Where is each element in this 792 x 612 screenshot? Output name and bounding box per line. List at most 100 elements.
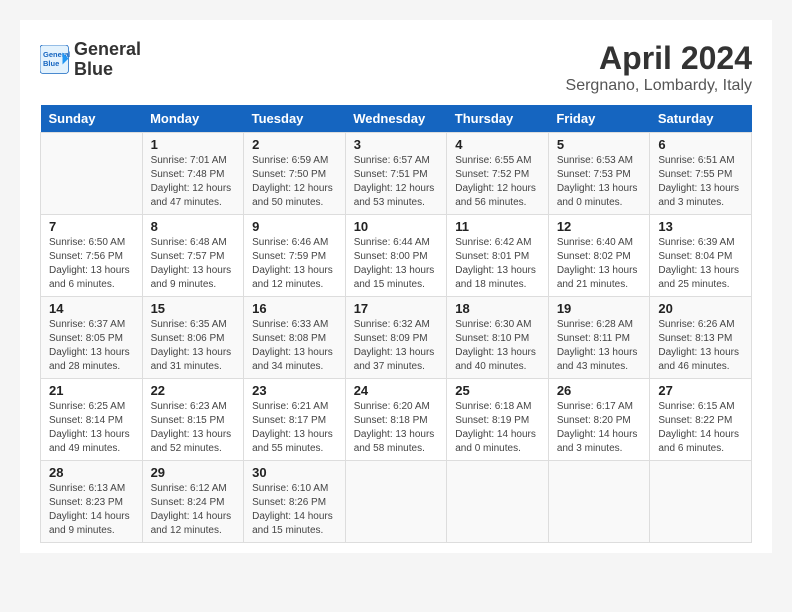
day-info: Sunrise: 6:20 AM Sunset: 8:18 PM Dayligh… [354, 400, 439, 456]
calendar-cell: 27Sunrise: 6:15 AM Sunset: 8:22 PM Dayli… [650, 379, 752, 461]
calendar-cell: 20 Sunrise: 6:26 AM Sunset: 8:13 PM Dayli… [650, 297, 752, 379]
calendar-cell: 15Sunrise: 6:35 AM Sunset: 8:06 PM Dayli… [142, 297, 244, 379]
calendar-cell [548, 461, 650, 543]
day-number: 7 [49, 219, 134, 234]
calendar-header-row: Sunday Monday Tuesday Wednesday Thursday… [41, 105, 752, 133]
calendar-cell: 4 Sunrise: 6:55 AM Sunset: 7:52 PM Daylig… [447, 133, 549, 215]
day-info: Sunrise: 6:59 AM Sunset: 7:50 PM Dayligh… [252, 154, 337, 210]
calendar-cell [447, 461, 549, 543]
day-number: 17 [354, 301, 439, 316]
day-number: 9 [252, 219, 337, 234]
calendar-cell: 11Sunrise: 6:42 AM Sunset: 8:01 PM Dayli… [447, 215, 549, 297]
day-number: 8 [151, 219, 236, 234]
day-number: 3 [354, 137, 439, 152]
calendar-cell: 23 Sunrise: 6:21 AM Sunset: 8:17 PM Dayli… [244, 379, 346, 461]
day-info: Sunrise: 6:50 AM Sunset: 7:56 PM Dayligh… [49, 236, 134, 292]
day-info: Sunrise: 6:39 AM Sunset: 8:04 PM Dayligh… [658, 236, 743, 292]
day-info: Sunrise: 6:42 AM Sunset: 8:01 PM Dayligh… [455, 236, 540, 292]
col-wednesday: Wednesday [345, 105, 447, 133]
day-number: 24 [354, 383, 439, 398]
col-sunday: Sunday [41, 105, 143, 133]
day-info: Sunrise: 6:48 AM Sunset: 7:57 PM Dayligh… [151, 236, 236, 292]
day-number: 25 [455, 383, 540, 398]
calendar-week-row: 28 Sunrise: 6:13 AM Sunset: 8:23 PM Dayli… [41, 461, 752, 543]
calendar-cell: 1Sunrise: 7:01 AM Sunset: 7:48 PM Daylig… [142, 133, 244, 215]
day-number: 20 [658, 301, 743, 316]
day-number: 10 [354, 219, 439, 234]
calendar-cell: 3Sunrise: 6:57 AM Sunset: 7:51 PM Daylig… [345, 133, 447, 215]
calendar-cell: 5 Sunrise: 6:53 AM Sunset: 7:53 PM Daylig… [548, 133, 650, 215]
logo-text: General Blue [74, 40, 141, 80]
day-info: Sunrise: 6:55 AM Sunset: 7:52 PM Dayligh… [455, 154, 540, 210]
day-info: Sunrise: 6:30 AM Sunset: 8:10 PM Dayligh… [455, 318, 540, 374]
day-info: Sunrise: 6:44 AM Sunset: 8:00 PM Dayligh… [354, 236, 439, 292]
day-info: Sunrise: 6:13 AM Sunset: 8:23 PM Dayligh… [49, 482, 134, 538]
calendar-cell: 13 Sunrise: 6:39 AM Sunset: 8:04 PM Dayli… [650, 215, 752, 297]
day-info: Sunrise: 6:21 AM Sunset: 8:17 PM Dayligh… [252, 400, 337, 456]
day-number: 14 [49, 301, 134, 316]
day-number: 19 [557, 301, 642, 316]
calendar-cell: 7 Sunrise: 6:50 AM Sunset: 7:56 PM Daylig… [41, 215, 143, 297]
calendar-week-row: 1Sunrise: 7:01 AM Sunset: 7:48 PM Daylig… [41, 133, 752, 215]
day-number: 4 [455, 137, 540, 152]
calendar-cell: 17 Sunrise: 6:32 AM Sunset: 8:09 PM Dayli… [345, 297, 447, 379]
calendar-cell: 29Sunrise: 6:12 AM Sunset: 8:24 PM Dayli… [142, 461, 244, 543]
calendar-cell: 24 Sunrise: 6:20 AM Sunset: 8:18 PM Dayli… [345, 379, 447, 461]
day-info: Sunrise: 6:40 AM Sunset: 8:02 PM Dayligh… [557, 236, 642, 292]
title-area: April 2024 Sergnano, Lombardy, Italy [566, 40, 752, 95]
day-info: Sunrise: 6:25 AM Sunset: 8:14 PM Dayligh… [49, 400, 134, 456]
calendar-cell: 8 Sunrise: 6:48 AM Sunset: 7:57 PM Daylig… [142, 215, 244, 297]
calendar-cell [650, 461, 752, 543]
col-saturday: Saturday [650, 105, 752, 133]
col-tuesday: Tuesday [244, 105, 346, 133]
calendar-cell: 18 Sunrise: 6:30 AM Sunset: 8:10 PM Dayli… [447, 297, 549, 379]
day-number: 26 [557, 383, 642, 398]
day-info: Sunrise: 6:26 AM Sunset: 8:13 PM Dayligh… [658, 318, 743, 374]
calendar-cell: 14 Sunrise: 6:37 AM Sunset: 8:05 PM Dayli… [41, 297, 143, 379]
calendar-cell [345, 461, 447, 543]
col-friday: Friday [548, 105, 650, 133]
day-info: Sunrise: 6:15 AM Sunset: 8:22 PM Dayligh… [658, 400, 743, 456]
calendar-cell: 28 Sunrise: 6:13 AM Sunset: 8:23 PM Dayli… [41, 461, 143, 543]
day-info: Sunrise: 6:51 AM Sunset: 7:55 PM Dayligh… [658, 154, 743, 210]
day-number: 5 [557, 137, 642, 152]
day-number: 21 [49, 383, 134, 398]
day-number: 16 [252, 301, 337, 316]
day-info: Sunrise: 6:18 AM Sunset: 8:19 PM Dayligh… [455, 400, 540, 456]
day-info: Sunrise: 6:32 AM Sunset: 8:09 PM Dayligh… [354, 318, 439, 374]
col-thursday: Thursday [447, 105, 549, 133]
day-number: 13 [658, 219, 743, 234]
calendar-cell: 19 Sunrise: 6:28 AM Sunset: 8:11 PM Dayli… [548, 297, 650, 379]
day-info: Sunrise: 6:33 AM Sunset: 8:08 PM Dayligh… [252, 318, 337, 374]
day-info: Sunrise: 6:37 AM Sunset: 8:05 PM Dayligh… [49, 318, 134, 374]
logo: General Blue General Blue [40, 40, 141, 80]
calendar-cell: 21 Sunrise: 6:25 AM Sunset: 8:14 PM Dayli… [41, 379, 143, 461]
calendar-cell: 9 Sunrise: 6:46 AM Sunset: 7:59 PM Daylig… [244, 215, 346, 297]
day-number: 28 [49, 465, 134, 480]
day-info: Sunrise: 6:35 AM Sunset: 8:06 PM Dayligh… [151, 318, 236, 374]
day-number: 12 [557, 219, 642, 234]
day-info: Sunrise: 6:46 AM Sunset: 7:59 PM Dayligh… [252, 236, 337, 292]
day-info: Sunrise: 6:53 AM Sunset: 7:53 PM Dayligh… [557, 154, 642, 210]
day-number: 18 [455, 301, 540, 316]
day-info: Sunrise: 6:23 AM Sunset: 8:15 PM Dayligh… [151, 400, 236, 456]
day-number: 23 [252, 383, 337, 398]
calendar-cell [41, 133, 143, 215]
calendar-cell: 22Sunrise: 6:23 AM Sunset: 8:15 PM Dayli… [142, 379, 244, 461]
calendar-cell: 25 Sunrise: 6:18 AM Sunset: 8:19 PM Dayli… [447, 379, 549, 461]
calendar-cell: 30 Sunrise: 6:10 AM Sunset: 8:26 PM Dayli… [244, 461, 346, 543]
page-subtitle: Sergnano, Lombardy, Italy [566, 77, 752, 95]
main-container: General Blue General Blue April 2024 Ser… [20, 20, 772, 553]
day-info: Sunrise: 7:01 AM Sunset: 7:48 PM Dayligh… [151, 154, 236, 210]
calendar-cell: 12 Sunrise: 6:40 AM Sunset: 8:02 PM Dayli… [548, 215, 650, 297]
col-monday: Monday [142, 105, 244, 133]
calendar-cell: 6Sunrise: 6:51 AM Sunset: 7:55 PM Daylig… [650, 133, 752, 215]
svg-text:Blue: Blue [43, 59, 59, 68]
calendar-week-row: 21 Sunrise: 6:25 AM Sunset: 8:14 PM Dayli… [41, 379, 752, 461]
day-info: Sunrise: 6:10 AM Sunset: 8:26 PM Dayligh… [252, 482, 337, 538]
calendar-cell: 26Sunrise: 6:17 AM Sunset: 8:20 PM Dayli… [548, 379, 650, 461]
day-info: Sunrise: 6:28 AM Sunset: 8:11 PM Dayligh… [557, 318, 642, 374]
day-number: 30 [252, 465, 337, 480]
logo-icon: General Blue [40, 45, 70, 75]
calendar-week-row: 7 Sunrise: 6:50 AM Sunset: 7:56 PM Daylig… [41, 215, 752, 297]
